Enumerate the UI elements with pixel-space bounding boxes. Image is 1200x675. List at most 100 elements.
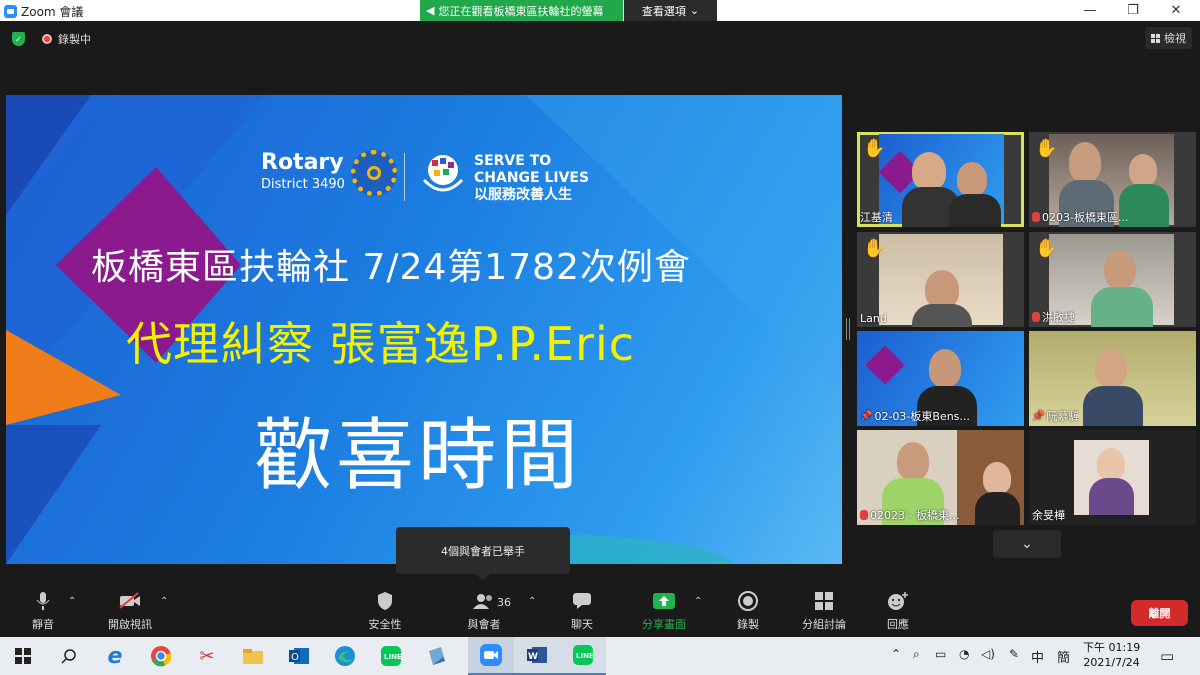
view-label: 檢視 bbox=[1164, 32, 1186, 45]
line-icon[interactable]: LINE bbox=[368, 637, 414, 675]
video-tile[interactable]: 余旻樺 bbox=[1029, 430, 1196, 525]
security-label: 安全性 bbox=[368, 618, 402, 631]
participant-name: 余旻樺 bbox=[1032, 509, 1065, 522]
share-screen-button[interactable]: 分享畫面 bbox=[638, 588, 690, 636]
word-icon[interactable]: W bbox=[514, 637, 560, 675]
serve-slogan: SERVE TO CHANGE LIVES 以服務改善人生 bbox=[474, 153, 589, 204]
participant-name: 0203-板橋東區... bbox=[1032, 209, 1128, 225]
mic-muted-icon bbox=[1032, 212, 1040, 222]
recording-label: 錄製中 bbox=[58, 33, 91, 46]
serve-line2: CHANGE LIVES bbox=[474, 170, 590, 186]
ime-mode[interactable]: 中 bbox=[1031, 647, 1044, 666]
file-explorer-icon[interactable] bbox=[230, 637, 276, 675]
view-options-button[interactable]: 查看選項 ⌄ bbox=[624, 0, 717, 21]
record-dot-icon bbox=[42, 34, 52, 44]
pin-icon: 📌 bbox=[1032, 410, 1045, 422]
svg-text:O: O bbox=[291, 652, 299, 663]
windows-start-icon[interactable] bbox=[0, 637, 46, 675]
hands-raised-tooltip: 4個與會者已舉手 bbox=[396, 527, 570, 581]
search-icon[interactable] bbox=[46, 637, 92, 675]
participant-name: 📌 阮慕驊 bbox=[1032, 410, 1080, 423]
security-status[interactable]: ✓ bbox=[12, 28, 25, 50]
zoom-logo-icon bbox=[4, 5, 17, 18]
record-icon bbox=[738, 589, 758, 613]
close-button[interactable]: ✕ bbox=[1153, 0, 1199, 21]
app-icon[interactable] bbox=[414, 637, 460, 675]
share-options-caret[interactable]: ⌃ bbox=[694, 596, 702, 607]
show-hidden-icons-icon[interactable]: ⌃ bbox=[891, 647, 901, 661]
participant-name: 02023 - 板橋東... bbox=[860, 507, 959, 523]
video-tile[interactable]: 📌 02-03-板東Bens... bbox=[857, 331, 1024, 426]
slide-title-sergeant: 代理糾察 張富逸P.P.Eric bbox=[126, 317, 636, 371]
share-arrow-icon bbox=[653, 589, 675, 613]
system-clock[interactable]: 下午 01:19 2021/7/24 bbox=[1083, 640, 1140, 670]
video-tile[interactable]: 📌 阮慕驊 bbox=[1029, 331, 1196, 426]
meet-now-icon[interactable]: ⌕ bbox=[913, 647, 920, 662]
app-title: Zoom 會議 bbox=[4, 3, 83, 20]
video-tile[interactable]: ✋ Land bbox=[857, 232, 1024, 327]
slide-shape-orange bbox=[6, 330, 121, 425]
participants-icon bbox=[472, 589, 496, 613]
slide-title-happy-time: 歡喜時間 bbox=[254, 411, 583, 501]
video-tile[interactable]: ✋ 洪敏捷 bbox=[1029, 232, 1196, 327]
recording-indicator[interactable]: 錄製中 bbox=[42, 28, 91, 50]
mute-button[interactable]: 靜音 bbox=[25, 588, 61, 636]
screen-share-banner: ◀ 您正在觀看板橋東區扶輪社的螢幕 bbox=[420, 0, 623, 21]
line-icon-active[interactable]: LINE bbox=[560, 637, 606, 675]
chevron-down-icon: ⌄ bbox=[689, 4, 700, 17]
svg-text:LINE: LINE bbox=[384, 653, 402, 661]
minimize-button[interactable]: — bbox=[1067, 0, 1113, 21]
microphone-icon bbox=[36, 589, 50, 613]
zoom-taskbar-icon[interactable] bbox=[468, 637, 514, 675]
security-button[interactable]: 安全性 bbox=[363, 588, 407, 636]
mute-label: 靜音 bbox=[32, 618, 54, 631]
mute-options-caret[interactable]: ⌃ bbox=[68, 596, 76, 607]
shield-check-icon: ✓ bbox=[12, 32, 25, 46]
svg-text:LINE: LINE bbox=[576, 652, 594, 660]
share-label: 分享畫面 bbox=[642, 618, 686, 631]
participants-options-caret[interactable]: ⌃ bbox=[528, 596, 536, 607]
record-label: 錄製 bbox=[737, 618, 759, 631]
view-button[interactable]: 檢視 bbox=[1145, 27, 1192, 49]
notification-icon[interactable]: ▭ bbox=[1160, 647, 1174, 665]
chrome-icon[interactable] bbox=[138, 637, 184, 675]
rotary-logo: Rotary District 3490 bbox=[261, 150, 345, 192]
battery-icon[interactable]: ▭ bbox=[935, 647, 946, 661]
video-tile[interactable]: 02023 - 板橋東... bbox=[857, 430, 1024, 525]
leave-button[interactable]: 離開 bbox=[1131, 600, 1188, 626]
mic-muted-icon bbox=[1032, 312, 1040, 322]
chat-button[interactable]: 聊天 bbox=[560, 588, 604, 636]
rotary-wheel-icon bbox=[351, 150, 397, 196]
outlook-icon[interactable]: O bbox=[276, 637, 322, 675]
chevron-down-icon[interactable]: ⌄ bbox=[993, 530, 1061, 558]
edge-icon[interactable] bbox=[322, 637, 368, 675]
pen-icon[interactable]: ✎ bbox=[1009, 647, 1019, 661]
participant-name: Land bbox=[860, 312, 887, 325]
restore-button[interactable]: ❐ bbox=[1110, 0, 1156, 21]
record-button[interactable]: 錄製 bbox=[726, 588, 770, 636]
participant-name: 洪敏捷 bbox=[1032, 309, 1075, 325]
breakout-label: 分組討論 bbox=[802, 618, 846, 631]
shield-icon bbox=[377, 589, 393, 613]
raised-hand-icon: ✋ bbox=[1035, 238, 1058, 259]
view-options-label: 查看選項 bbox=[641, 4, 686, 18]
volume-icon[interactable]: ◁) bbox=[981, 647, 995, 661]
snipping-tool-icon[interactable]: ✂ bbox=[184, 637, 230, 675]
chat-icon bbox=[572, 589, 592, 613]
slide-shape-lower bbox=[6, 425, 101, 564]
smiley-plus-icon bbox=[887, 589, 909, 613]
speaker-icon: ◀ bbox=[426, 4, 435, 17]
video-tile[interactable]: ✋ 0203-板橋東區... bbox=[1029, 132, 1196, 227]
reactions-button[interactable]: 回應 bbox=[876, 588, 920, 636]
panel-splitter[interactable] bbox=[846, 318, 850, 340]
breakout-rooms-button[interactable]: 分組討論 bbox=[796, 588, 852, 636]
start-video-button[interactable]: 開啟視訊 bbox=[104, 588, 156, 636]
wifi-icon[interactable]: ◔ bbox=[959, 647, 969, 661]
video-options-caret[interactable]: ⌃ bbox=[160, 596, 168, 607]
serve-line3: 以服務改善人生 bbox=[474, 187, 572, 203]
windows-taskbar: e ✂ O LINE W LINE ⌃ ⌕ ▭ ◔ ◁) ✎ 中 簡 下午 01… bbox=[0, 637, 1200, 675]
ime-mode-2[interactable]: 簡 bbox=[1057, 647, 1070, 666]
shared-screen: Rotary District 3490 SERVE TO CHANGE LIV… bbox=[6, 95, 842, 564]
video-tile[interactable]: ✋ 江基清 bbox=[857, 132, 1024, 227]
internet-explorer-icon[interactable]: e bbox=[92, 637, 138, 675]
